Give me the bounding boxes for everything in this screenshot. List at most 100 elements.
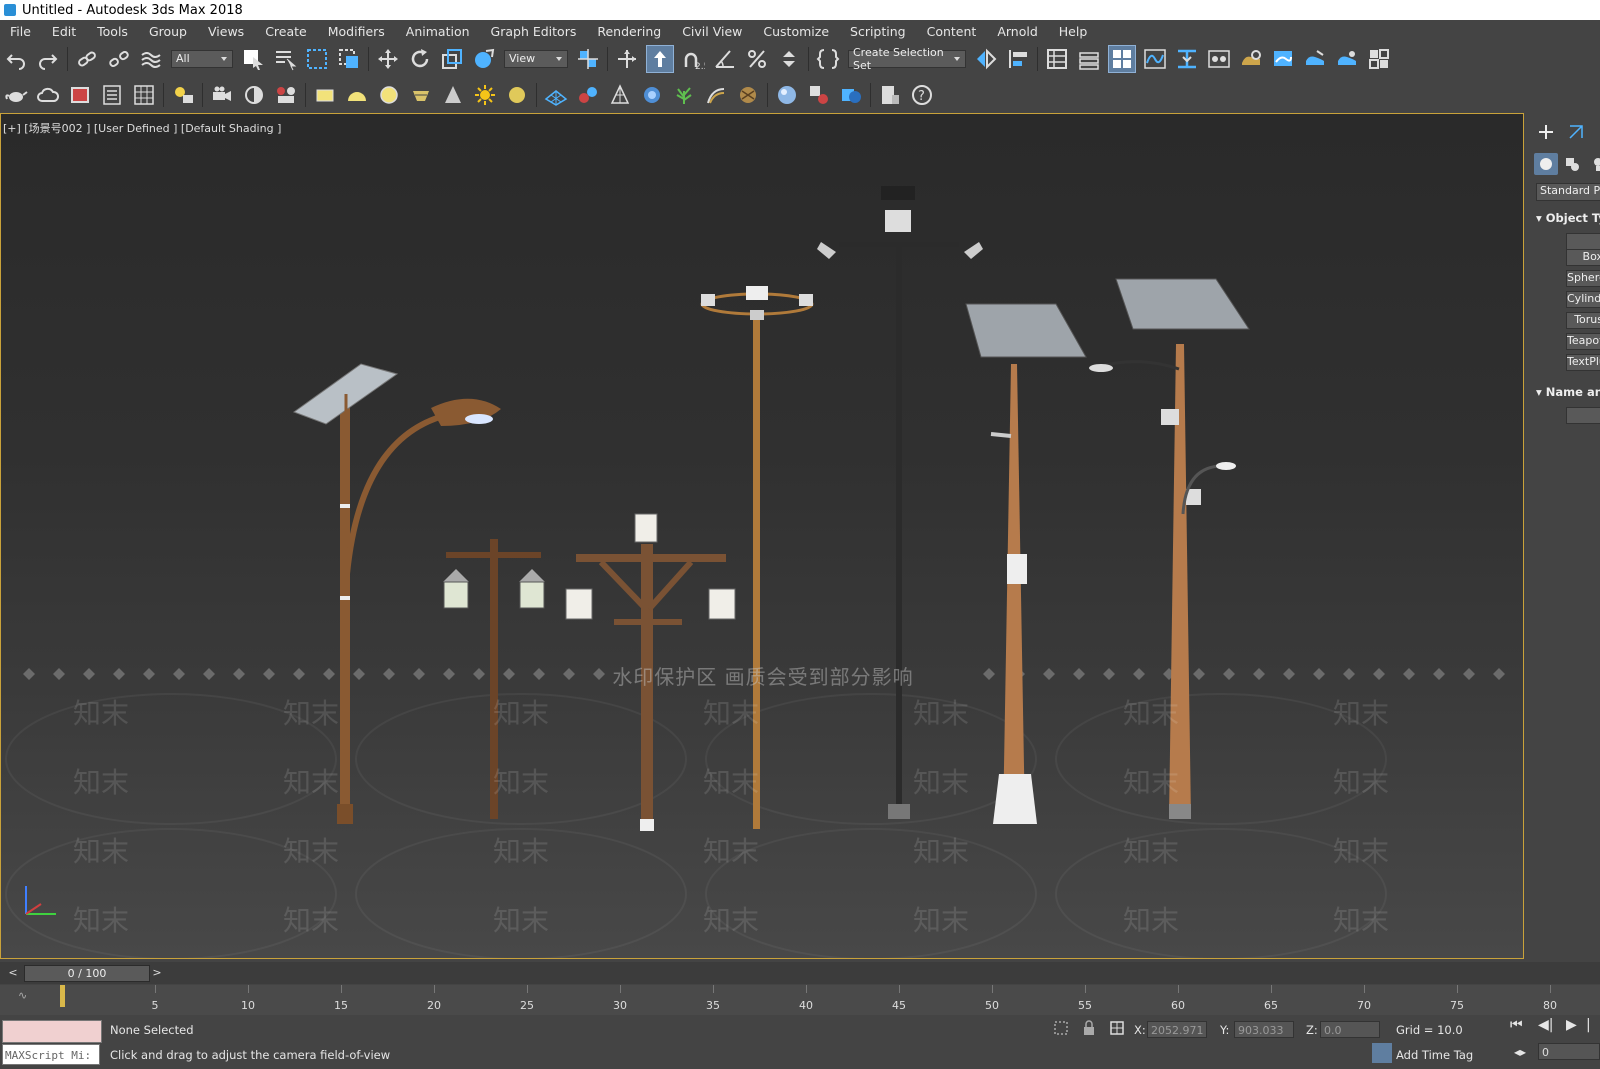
geometry-category-icon[interactable] [1534,153,1558,175]
align-icon[interactable] [1005,46,1031,72]
render-elements-icon[interactable] [838,82,864,108]
light-lister-icon[interactable] [170,82,196,108]
teapot-icon[interactable] [3,82,29,108]
shapes-category-icon[interactable] [1560,153,1584,175]
ribbon-toggle-icon[interactable] [1108,44,1136,73]
menu-file[interactable]: File [0,24,42,39]
asset-tracking-icon[interactable] [877,82,903,108]
teapot-button[interactable]: Teapot [1566,333,1600,350]
menu-rendering[interactable]: Rendering [587,24,672,39]
rotate-icon[interactable] [407,46,433,72]
layer-explorer-icon[interactable] [1076,46,1102,72]
next-frame-icon[interactable]: | [1586,1017,1591,1033]
torus-button[interactable]: Torus [1566,312,1600,329]
menu-create[interactable]: Create [255,24,318,39]
keyboard-shortcut-override-icon[interactable] [646,44,674,73]
mirror-icon[interactable] [973,46,999,72]
maxscript-listener-output[interactable] [2,1020,102,1043]
go-to-start-icon[interactable]: ⏮ [1510,1017,1523,1033]
x-coordinate-field[interactable]: 2052.971 [1147,1021,1207,1038]
camera-icon[interactable] [209,82,235,108]
rendered-frame-window-icon[interactable] [1270,46,1296,72]
edit-named-selection-icon[interactable] [815,46,841,72]
rollout-name-color[interactable]: ▾ Name and Color [1536,385,1600,399]
box-button[interactable]: Box [1566,249,1600,266]
current-frame-field[interactable]: 0 [1538,1043,1600,1060]
render-in-cloud-icon[interactable] [1334,46,1360,72]
spinner-snap-icon[interactable] [776,46,802,72]
menu-customize[interactable]: Customize [753,24,840,39]
cloud-icon[interactable] [35,82,61,108]
schematic-view-icon[interactable] [1174,46,1200,72]
maxscript-mini-listener[interactable]: MAXScript Mi: [2,1044,100,1065]
helper-icon[interactable] [607,82,633,108]
menu-arnold[interactable]: Arnold [987,24,1048,39]
time-slider-thumb[interactable]: 0 / 100 [24,965,150,982]
lights-category-icon[interactable] [1586,153,1600,175]
menu-content[interactable]: Content [917,24,988,39]
select-object-icon[interactable] [240,46,266,72]
help-icon[interactable]: ? [909,82,935,108]
time-configuration-icon[interactable]: ◂▸ [1514,1045,1526,1059]
menu-group[interactable]: Group [139,24,198,39]
render-shortcuts-icon[interactable] [1366,46,1392,72]
undo-icon[interactable] [3,46,29,72]
move-icon[interactable] [375,46,401,72]
menu-modifiers[interactable]: Modifiers [318,24,396,39]
y-coordinate-field[interactable]: 903.033 [1234,1021,1294,1038]
curve-editor-icon[interactable] [1142,46,1168,72]
primitive-category-dropdown[interactable]: Standard Primitives [1536,183,1600,201]
render-setup-icon[interactable] [1238,46,1264,72]
snaps-toggle-icon[interactable]: 2.5 [680,46,706,72]
perspective-viewport[interactable]: [+] [场景号002 ] [User Defined ] [Default S… [0,113,1524,959]
unlink-icon[interactable] [106,46,132,72]
skylight-icon[interactable] [504,82,530,108]
object-name-field[interactable] [1566,407,1600,424]
pivot-center-icon[interactable] [575,46,601,72]
menu-tools[interactable]: Tools [87,24,139,39]
photometric-light-icon[interactable] [408,82,434,108]
dome-light-icon[interactable] [344,82,370,108]
current-frame-marker[interactable] [60,985,65,1007]
grid-table-icon[interactable] [131,82,157,108]
video-post-icon[interactable] [273,82,299,108]
window-crossing-icon[interactable] [336,46,362,72]
space-warp-icon[interactable] [639,82,665,108]
autogrid-checkbox[interactable] [1566,233,1600,250]
sphere-button[interactable]: Sphere [1566,270,1600,287]
render-production-icon[interactable] [1302,46,1328,72]
sunlight-icon[interactable] [472,82,498,108]
track-bar[interactable]: ∿ 5 10 15 20 25 30 35 40 45 50 55 60 65 70 75 80 [0,985,1600,1015]
time-tag-icon[interactable] [1372,1043,1392,1063]
sphere-light-icon[interactable] [376,82,402,108]
reference-coordinate-dropdown[interactable]: View [504,49,568,68]
time-slider-prev-button[interactable]: < [6,965,20,980]
bind-space-warp-icon[interactable] [138,46,164,72]
select-manipulate-icon[interactable] [614,46,640,72]
redo-icon[interactable] [35,46,61,72]
rollout-object-type[interactable]: ▾ Object Type [1536,211,1600,225]
selection-filter-dropdown[interactable]: All [171,49,233,68]
time-slider[interactable]: < 0 / 100 > [0,962,1600,984]
foliage-icon[interactable] [671,82,697,108]
play-icon[interactable]: ▶ [1566,1017,1577,1033]
time-slider-next-button[interactable]: > [150,965,164,980]
panel-list-icon[interactable] [99,82,125,108]
scale-icon[interactable] [439,46,465,72]
textplus-button[interactable]: TextPlus [1566,354,1600,371]
camera-sequencer-icon[interactable] [241,82,267,108]
menu-scripting[interactable]: Scripting [840,24,917,39]
link-icon[interactable] [74,46,100,72]
z-coordinate-field[interactable]: 0.0 [1320,1021,1380,1038]
selection-lock-icon[interactable] [1080,1019,1100,1039]
percent-snap-icon[interactable] [744,46,770,72]
add-time-tag-button[interactable]: Add Time Tag [1396,1048,1473,1062]
menu-graph-editors[interactable]: Graph Editors [481,24,588,39]
menu-civil-view[interactable]: Civil View [672,24,753,39]
particle-icon[interactable] [575,82,601,108]
angle-snap-icon[interactable] [712,46,738,72]
spotlight-icon[interactable] [440,82,466,108]
modify-tab-icon[interactable] [1564,121,1588,143]
absolute-mode-transform-icon[interactable] [1108,1019,1128,1039]
material-map-icon[interactable] [806,82,832,108]
